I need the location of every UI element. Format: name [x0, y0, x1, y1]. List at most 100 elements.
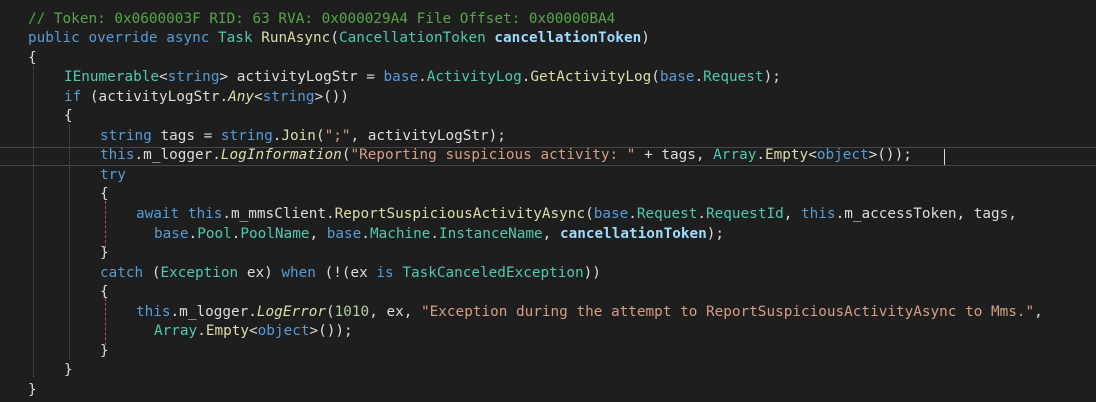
code-token: ex): [238, 264, 282, 281]
code-token: Pool: [197, 225, 232, 242]
code-token: TaskCanceledException: [402, 264, 584, 281]
code-token: RunAsync: [261, 30, 331, 47]
code-line[interactable]: // Token: 0x0600003F RID: 63 RVA: 0x0000…: [28, 10, 615, 30]
code-line[interactable]: this.m_logger.LogError(1010, ex, "Except…: [136, 303, 1043, 323]
code-token: }: [100, 245, 109, 262]
code-token: }: [28, 381, 37, 398]
code-token: tags =: [151, 127, 221, 144]
indent-guide-try: [105, 201, 106, 248]
code-token: base: [659, 69, 695, 86]
code-token: {: [64, 108, 73, 125]
code-line[interactable]: base.Pool.PoolName, base.Machine.Instanc…: [154, 225, 724, 245]
code-token: .: [361, 225, 370, 242]
code-line[interactable]: catch (Exception ex) when (!(ex is TaskC…: [100, 264, 601, 284]
code-token: (: [315, 127, 325, 144]
code-token: Machine: [369, 225, 431, 242]
indent-guide-catch: [105, 298, 106, 345]
code-token: LogInformation: [220, 147, 342, 164]
code-token: .m_logger.: [170, 303, 257, 320]
code-line[interactable]: }: [100, 342, 109, 362]
code-token: base: [383, 69, 419, 86]
code-token: IEnumerable: [64, 69, 159, 86]
code-token: Join: [281, 127, 316, 144]
code-token: ActivityLog: [426, 69, 522, 86]
code-token: this: [187, 206, 223, 222]
code-token: ";": [324, 127, 351, 144]
code-token: Request: [636, 206, 698, 222]
code-token: >());: [868, 147, 912, 164]
code-token: ,: [309, 225, 327, 242]
code-token: <: [159, 69, 168, 86]
code-token: when: [281, 264, 316, 281]
code-token: ,: [783, 206, 802, 222]
code-token: )): [583, 264, 601, 281]
code-line[interactable]: Array.Empty<object>());: [154, 322, 353, 342]
code-token: GetActivityLog: [530, 69, 652, 86]
code-token: .: [418, 69, 427, 86]
code-token: base: [326, 225, 362, 242]
code-token: if: [64, 88, 82, 105]
code-line[interactable]: this.m_logger.LogInformation("Reporting …: [100, 146, 912, 166]
code-token: await: [136, 206, 180, 222]
code-token: Array: [154, 323, 198, 340]
code-token: .: [756, 147, 765, 164]
code-line[interactable]: if (activityLogStr.Any<string>()): [64, 88, 349, 108]
code-token: string: [220, 127, 273, 144]
code-token: .: [430, 225, 440, 242]
code-line[interactable]: IEnumerable<string> activityLogStr = bas…: [64, 68, 781, 88]
code-token: {: [100, 186, 109, 203]
code-token: PoolName: [240, 225, 310, 242]
code-token: > activityLogStr =: [219, 69, 384, 86]
code-token: (: [585, 206, 594, 222]
code-token: InstanceName: [439, 225, 543, 242]
code-line[interactable]: }: [28, 381, 37, 401]
code-token: , ex,: [369, 303, 422, 320]
code-token: cancellationToken: [559, 225, 707, 242]
code-token: <: [249, 323, 258, 340]
code-token: "Reporting suspicious activity: ": [350, 147, 636, 164]
code-line[interactable]: await this.m_mmsClient.ReportSuspiciousA…: [136, 205, 1017, 225]
code-token: (: [651, 69, 660, 86]
code-token: <: [254, 88, 263, 105]
code-line[interactable]: }: [64, 361, 73, 381]
code-token: }: [100, 342, 109, 359]
code-line[interactable]: public override async Task RunAsync(Canc…: [28, 29, 650, 49]
code-token: (: [330, 30, 339, 47]
code-token: .m_mmsClient.: [222, 206, 335, 222]
code-token: ReportSuspiciousActivityAsync: [334, 206, 586, 222]
code-token: );: [763, 69, 781, 86]
code-token: string: [100, 127, 152, 144]
code-token: base: [593, 206, 629, 222]
code-token: Task: [218, 30, 253, 47]
code-token: >());: [309, 323, 353, 340]
code-line[interactable]: try: [100, 166, 126, 186]
code-line[interactable]: string tags = string.Join(";", activityL…: [100, 127, 506, 147]
code-line[interactable]: {: [64, 107, 73, 127]
code-token: }: [64, 362, 73, 379]
code-line[interactable]: {: [100, 185, 109, 205]
code-token: string: [167, 69, 220, 86]
code-line[interactable]: {: [100, 283, 109, 303]
code-line[interactable]: {: [28, 49, 37, 69]
code-token: + tags,: [635, 147, 714, 164]
code-token: .: [197, 323, 206, 340]
code-token: this: [100, 147, 135, 164]
code-token: ): [641, 30, 650, 47]
code-editor[interactable]: // Token: 0x0600003F RID: 63 RVA: 0x0000…: [0, 0, 1096, 402]
code-token: is: [376, 264, 394, 281]
code-line[interactable]: }: [100, 244, 109, 264]
code-token: {: [100, 284, 109, 301]
code-token: .: [628, 206, 637, 222]
code-token: async: [166, 30, 210, 47]
code-token: Exception: [160, 264, 239, 281]
code-token: );: [706, 225, 725, 242]
code-token: public: [28, 30, 80, 47]
code-token: base: [154, 225, 189, 242]
code-token: ,: [1034, 303, 1043, 320]
code-token: CancellationToken: [338, 30, 486, 47]
code-token: , activityLogStr);: [350, 127, 506, 144]
code-token: Array: [713, 147, 757, 164]
